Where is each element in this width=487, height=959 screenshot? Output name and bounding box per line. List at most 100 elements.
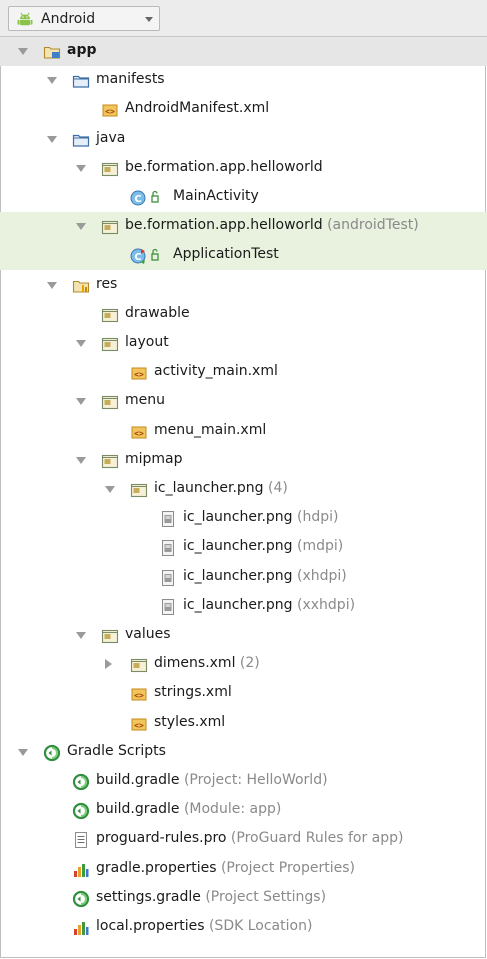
item-suffix: (Module: app) bbox=[183, 801, 282, 818]
item-name: gradle.properties bbox=[96, 859, 217, 876]
item-name: menu bbox=[125, 392, 165, 409]
item-suffix: (Project Settings) bbox=[205, 888, 327, 905]
tree-item-mipmap[interactable]: mipmap bbox=[0, 446, 487, 475]
tree-item-dimens[interactable]: dimens.xml (2) bbox=[0, 650, 487, 679]
item-suffix: (xxhdpi) bbox=[297, 596, 356, 613]
item-suffix: (Project: HelloWorld) bbox=[183, 772, 328, 788]
tree-item-local-props[interactable]: local.properties (SDK Location) bbox=[0, 913, 487, 942]
tree-item-label: ic_launcher.png (mdpi) bbox=[183, 538, 343, 554]
expand-arrow-down-icon[interactable] bbox=[76, 632, 86, 639]
item-name: styles.xml bbox=[154, 713, 226, 730]
expand-arrow-down-icon[interactable] bbox=[105, 486, 115, 493]
tree-item-pkg-test[interactable]: be.formation.app.helloworld (androidTest… bbox=[0, 212, 487, 242]
tree-item-ic-launcher[interactable]: ic_launcher.png (4) bbox=[0, 475, 487, 504]
tree-item-build-module[interactable]: build.gradle (Module: app) bbox=[0, 796, 487, 825]
tree-item-androidmanifest[interactable]: <> AndroidManifest.xml bbox=[0, 95, 487, 124]
chevron-down-icon bbox=[145, 17, 153, 22]
item-suffix: (ProGuard Rules for app) bbox=[230, 830, 404, 847]
tree-item-label: ic_launcher.png (4) bbox=[154, 480, 288, 496]
tree-item-label: ic_launcher.png (hdpi) bbox=[183, 509, 338, 525]
package-icon bbox=[130, 656, 148, 674]
tree-item-ic-mdpi[interactable]: ic_launcher.png (mdpi) bbox=[0, 533, 487, 562]
tree-item-proguard[interactable]: proguard-rules.pro (ProGuard Rules for a… bbox=[0, 825, 487, 854]
xml-file-icon: <> bbox=[101, 101, 119, 119]
properties-icon bbox=[72, 861, 90, 879]
svg-text:C: C bbox=[134, 194, 141, 205]
item-name: ic_launcher.png bbox=[183, 567, 293, 584]
expand-arrow-down-icon[interactable] bbox=[76, 340, 86, 347]
expand-arrow-down-icon[interactable] bbox=[76, 456, 86, 464]
folder-icon bbox=[72, 131, 90, 149]
tree-item-strings[interactable]: <> strings.xml bbox=[0, 679, 487, 708]
gradle-icon bbox=[43, 744, 61, 762]
expand-arrow-down-icon[interactable] bbox=[18, 748, 28, 756]
tree-item-drawable[interactable]: drawable bbox=[0, 300, 487, 329]
item-name: manifests bbox=[96, 71, 165, 88]
item-suffix: (SDK Location) bbox=[208, 918, 313, 934]
tree-item-styles[interactable]: <> styles.xml bbox=[0, 709, 487, 738]
expand-arrow-down-icon[interactable] bbox=[76, 164, 86, 172]
expand-arrow-down-icon[interactable] bbox=[76, 223, 86, 231]
tree-item-label: dimens.xml (2) bbox=[154, 655, 260, 671]
expand-arrow-down-icon[interactable] bbox=[18, 48, 28, 55]
tree-item-gradle-props[interactable]: gradle.properties (Project Properties) bbox=[0, 855, 487, 884]
package-icon bbox=[101, 335, 119, 353]
tree-item-manifests[interactable]: manifests bbox=[0, 66, 487, 95]
tree-item-ic-xhdpi[interactable]: ic_launcher.png (xhdpi) bbox=[0, 563, 487, 592]
tree-item-label: settings.gradle (Project Settings) bbox=[96, 889, 326, 905]
expand-arrow-down-icon[interactable] bbox=[47, 77, 57, 85]
item-name: build.gradle bbox=[96, 801, 180, 818]
item-name: activity_main.xml bbox=[154, 363, 278, 380]
project-view-selector[interactable]: Android bbox=[8, 6, 160, 31]
tree-item-label: proguard-rules.pro (ProGuard Rules for a… bbox=[96, 830, 403, 846]
android-icon bbox=[17, 12, 33, 31]
item-suffix: (mdpi) bbox=[297, 538, 344, 555]
folder-icon bbox=[72, 72, 90, 90]
tree-item-gradle-scripts[interactable]: Gradle Scripts bbox=[0, 738, 487, 767]
tree-item-activity-main[interactable]: <> activity_main.xml bbox=[0, 358, 487, 387]
image-file-icon bbox=[159, 569, 177, 587]
panel-toolbar: Android bbox=[0, 0, 487, 37]
module-folder-icon bbox=[43, 43, 61, 61]
tree-item-menu[interactable]: menu bbox=[0, 387, 487, 416]
tree-item-mainactivity[interactable]: C MainActivity bbox=[0, 183, 487, 212]
package-icon bbox=[130, 481, 148, 499]
item-name: AndroidManifest.xml bbox=[125, 100, 270, 117]
tree-item-label: java bbox=[96, 130, 125, 146]
tree-item-ic-hdpi[interactable]: ic_launcher.png (hdpi) bbox=[0, 504, 487, 533]
expand-arrow-right-icon[interactable] bbox=[105, 659, 112, 670]
tree-item-label: local.properties (SDK Location) bbox=[96, 918, 312, 934]
view-selector-label: Android bbox=[41, 11, 96, 27]
tree-item-ic-xxhdpi[interactable]: ic_launcher.png (xxhdpi) bbox=[0, 592, 487, 621]
tree-item-applicationtest[interactable]: C ApplicationTest bbox=[0, 241, 487, 271]
expand-arrow-down-icon[interactable] bbox=[47, 135, 57, 143]
item-name: menu_main.xml bbox=[154, 421, 267, 438]
tree-item-menu-main[interactable]: <> menu_main.xml bbox=[0, 417, 487, 446]
item-name: ApplicationTest bbox=[173, 246, 279, 263]
tree-item-res[interactable]: res bbox=[0, 271, 487, 300]
item-name: layout bbox=[125, 334, 169, 350]
item-name: be.formation.app.helloworld bbox=[125, 158, 323, 175]
expand-arrow-down-icon[interactable] bbox=[47, 281, 57, 289]
item-suffix: (4) bbox=[268, 480, 288, 496]
tree-item-values[interactable]: values bbox=[0, 621, 487, 650]
tree-item-java[interactable]: java bbox=[0, 125, 487, 154]
item-name: strings.xml bbox=[154, 684, 232, 701]
image-file-icon bbox=[159, 510, 177, 528]
tree-item-app[interactable]: app bbox=[0, 37, 487, 66]
tree-item-label: manifests bbox=[96, 71, 165, 87]
item-name: Gradle Scripts bbox=[67, 742, 166, 759]
item-name: res bbox=[96, 275, 118, 292]
package-icon bbox=[101, 160, 119, 178]
tree-item-build-project[interactable]: build.gradle (Project: HelloWorld) bbox=[0, 767, 487, 796]
item-name: ic_launcher.png bbox=[183, 596, 293, 613]
tree-item-layout[interactable]: layout bbox=[0, 329, 487, 358]
tree-item-pkg-main[interactable]: be.formation.app.helloworld bbox=[0, 154, 487, 183]
tree-item-label: MainActivity bbox=[173, 188, 259, 204]
expand-arrow-down-icon[interactable] bbox=[76, 398, 86, 406]
svg-text:<>: <> bbox=[134, 429, 144, 438]
tree-item-label: Gradle Scripts bbox=[67, 743, 166, 759]
tree-item-label: be.formation.app.helloworld (androidTest… bbox=[125, 217, 419, 233]
item-name: build.gradle bbox=[96, 772, 180, 788]
tree-item-settings-gradle[interactable]: settings.gradle (Project Settings) bbox=[0, 884, 487, 913]
